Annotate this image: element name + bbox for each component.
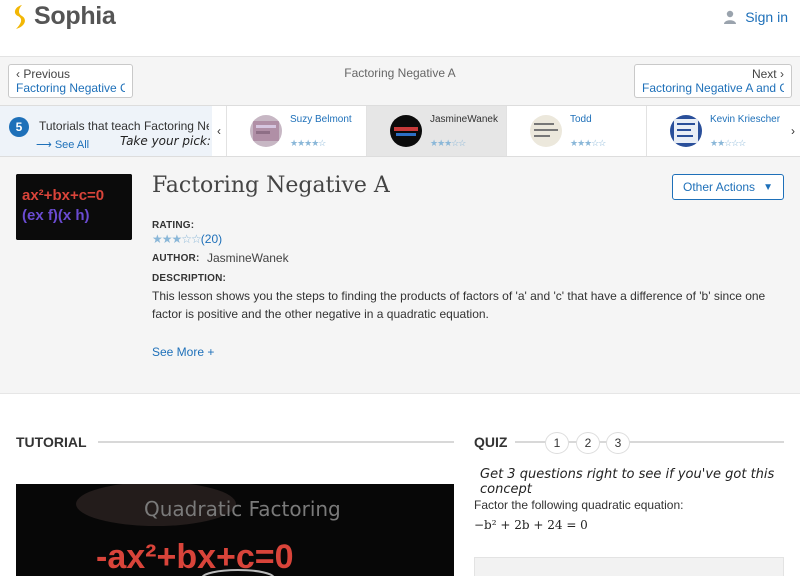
tutor-rating-stars: ★★★★☆ bbox=[290, 138, 326, 148]
chevron-right-icon: › bbox=[791, 124, 795, 138]
thumb-equation-line2: (ex f)(x h) bbox=[22, 207, 90, 224]
chevron-left-icon: ‹ bbox=[16, 67, 20, 81]
lesson-navigation: ‹ Previous Factoring Negative C Factorin… bbox=[0, 57, 800, 105]
quiz-question-3[interactable]: 3 bbox=[606, 432, 630, 454]
tutorial-count-badge: 5 bbox=[9, 117, 29, 137]
quiz-question-1[interactable]: 1 bbox=[545, 432, 569, 454]
next-lesson-button[interactable]: Next › Factoring Negative A and C bbox=[634, 64, 792, 98]
arrow-right-icon: ⟶ bbox=[36, 139, 52, 151]
rating-row[interactable]: ★★★☆☆(20) bbox=[152, 232, 222, 246]
lesson-thumbnail[interactable]: ax²+bx+c=0 (ex f)(x h) bbox=[16, 174, 132, 240]
chevron-left-icon: ‹ bbox=[217, 124, 221, 138]
tutor-card-todd[interactable]: Todd ★★★☆☆ bbox=[506, 106, 646, 156]
previous-label: Previous bbox=[23, 67, 71, 81]
rating-label: RATING: bbox=[152, 220, 195, 231]
quiz-prompt: Get 3 questions right to see if you've g… bbox=[480, 467, 775, 497]
take-your-pick-text: Take your pick: bbox=[120, 134, 211, 148]
tutor-card-jasminewanek[interactable]: JasmineWanek ★★★☆☆ bbox=[366, 106, 506, 156]
rating-stars: ★★★☆☆ bbox=[152, 232, 202, 246]
description-label: DESCRIPTION: bbox=[152, 273, 227, 284]
tutor-name: JasmineWanek bbox=[430, 114, 498, 125]
current-lesson-title: Factoring Negative A bbox=[344, 66, 456, 80]
see-all-link[interactable]: ⟶ See All bbox=[36, 138, 89, 151]
tutor-rating-stars: ★★★☆☆ bbox=[570, 138, 606, 148]
thumb-equation-line1: ax²+bx+c=0 bbox=[22, 187, 104, 204]
other-actions-label: Other Actions bbox=[683, 180, 756, 194]
rating-count: (20) bbox=[200, 232, 223, 246]
lesson-title: Factoring Negative A bbox=[152, 173, 390, 198]
see-all-label: See All bbox=[54, 139, 90, 151]
sophia-logo[interactable]: Sophia bbox=[10, 2, 116, 31]
tutor-avatar bbox=[250, 115, 282, 147]
chevron-down-icon: ▼ bbox=[763, 181, 773, 193]
sign-in-link[interactable]: Sign in bbox=[723, 9, 788, 25]
quiz-equation: −b² + 2b + 24 = 0 bbox=[474, 518, 588, 532]
quiz-heading: QUIZ bbox=[474, 434, 508, 450]
video-equation-text: -ax²+bx+c=0 bbox=[96, 538, 294, 576]
tutor-card-kevin-kriescher[interactable]: Kevin Kriescher ★★☆☆☆ bbox=[646, 106, 786, 156]
previous-lesson-title: Factoring Negative C bbox=[16, 81, 125, 95]
tutor-avatar bbox=[670, 115, 702, 147]
next-lesson-title: Factoring Negative A and C bbox=[642, 81, 784, 95]
previous-lesson-button[interactable]: ‹ Previous Factoring Negative C bbox=[8, 64, 133, 98]
author-name: JasmineWanek bbox=[207, 251, 289, 265]
tutor-name: Todd bbox=[570, 114, 592, 125]
chevron-right-icon: › bbox=[780, 67, 784, 81]
quiz-answer-area[interactable] bbox=[474, 557, 784, 576]
video-title-text: Quadratic Factoring bbox=[144, 497, 341, 521]
tutorial-divider bbox=[98, 441, 454, 443]
quiz-question-2[interactable]: 2 bbox=[576, 432, 600, 454]
tutor-card-suzy-belmont[interactable]: Suzy Belmont ★★★★☆ bbox=[226, 106, 366, 156]
tutorial-strip: 5 Tutorials that teach Factoring Negativ… bbox=[0, 105, 800, 157]
tutor-name: Kevin Kriescher bbox=[710, 114, 781, 125]
tutor-rating-stars: ★★☆☆☆ bbox=[710, 138, 746, 148]
lesson-description: This lesson shows you the steps to findi… bbox=[152, 289, 766, 321]
author-label: AUTHOR: bbox=[152, 253, 200, 264]
logo-text: Sophia bbox=[34, 2, 116, 30]
sophia-logo-icon bbox=[14, 4, 25, 29]
top-bar: Sophia Sign in bbox=[0, 0, 800, 57]
tutor-name: Suzy Belmont bbox=[290, 114, 352, 125]
tutorial-strip-intro: 5 Tutorials that teach Factoring Negativ… bbox=[0, 106, 212, 156]
tutor-avatar bbox=[530, 115, 562, 147]
tutor-avatar bbox=[390, 115, 422, 147]
strip-scroll-right-button[interactable]: › bbox=[786, 106, 800, 156]
lesson-info: ax²+bx+c=0 (ex f)(x h) Factoring Negativ… bbox=[0, 157, 800, 394]
tutor-rating-stars: ★★★☆☆ bbox=[430, 138, 466, 148]
see-more-link[interactable]: See More + bbox=[152, 345, 214, 359]
strip-scroll-left-button[interactable]: ‹ bbox=[212, 106, 226, 156]
tutorial-strip-label: Tutorials that teach Factoring Negative … bbox=[39, 119, 209, 133]
user-icon bbox=[724, 10, 737, 24]
sign-in-label: Sign in bbox=[745, 9, 788, 25]
next-label: Next bbox=[751, 67, 777, 81]
quiz-question-text: Factor the following quadratic equation: bbox=[474, 498, 684, 512]
tutorial-heading: TUTORIAL bbox=[16, 434, 87, 450]
other-actions-dropdown[interactable]: Other Actions ▼ bbox=[672, 174, 784, 200]
tutorial-video-player[interactable]: Quadratic Factoring -ax²+bx+c=0 bbox=[16, 484, 454, 576]
